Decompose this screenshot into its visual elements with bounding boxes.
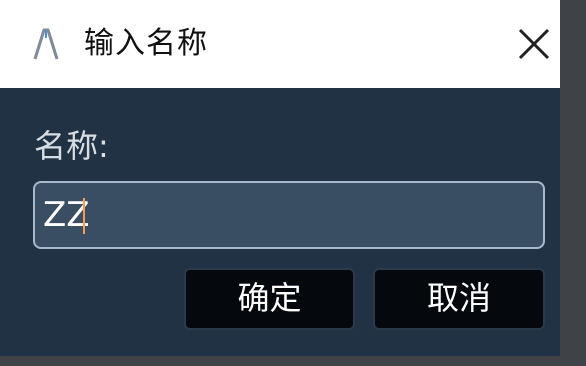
close-icon[interactable]: [514, 24, 554, 64]
cancel-button[interactable]: 取消: [373, 268, 545, 330]
app-logo-icon: [30, 26, 62, 62]
dialog-titlebar: 输入名称: [0, 0, 560, 88]
text-caret: [83, 198, 85, 234]
ok-button[interactable]: 确定: [184, 268, 355, 330]
dialog-title: 输入名称: [84, 26, 208, 61]
dialog-body: 名称: 确定 取消: [0, 88, 560, 356]
name-label: 名称:: [34, 127, 109, 165]
name-input[interactable]: [33, 181, 545, 249]
input-name-dialog: 输入名称 名称: 确定 取消: [0, 0, 586, 366]
